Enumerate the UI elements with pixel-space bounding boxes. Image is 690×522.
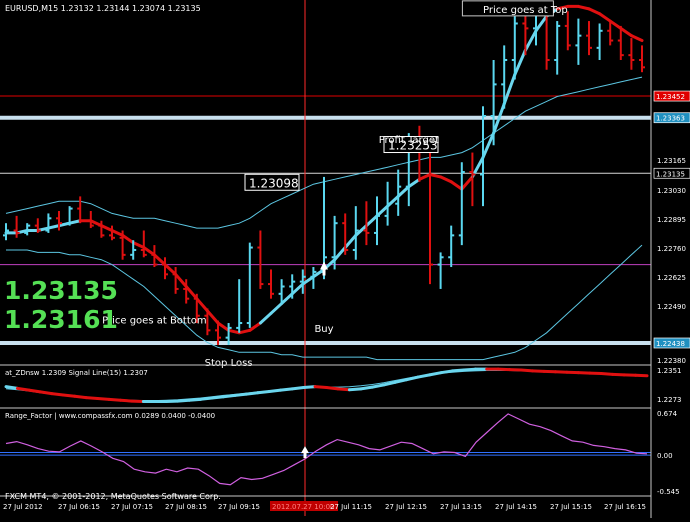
osc1-segment [464, 369, 475, 370]
osc2-tick-label: 0.00 [657, 452, 673, 460]
osc1-segment [17, 388, 28, 390]
osc1-segment [223, 395, 234, 396]
osc1-segment [235, 394, 246, 395]
oscillator2-title: Range_Factor | www.compassfx.com 0.0289 … [5, 412, 215, 420]
big-number-1: 1.23135 [4, 276, 118, 305]
osc1-segment [120, 400, 131, 401]
osc1-segment [75, 396, 86, 397]
axis-price-label: 1.23135 [656, 170, 685, 178]
trading-chart[interactable]: 1.231351.230981.232531.224381.233631.234… [0, 0, 690, 518]
osc1-segment [281, 389, 292, 390]
chart-canvas[interactable]: 1.231351.230981.232531.224381.233631.234… [0, 0, 690, 518]
y-tick-label: 1.23030 [657, 187, 686, 195]
y-tick-label: 1.23165 [657, 157, 686, 165]
osc1-tick-label: 1.2273 [657, 396, 682, 404]
osc1-segment [521, 370, 532, 371]
chart-background [0, 0, 690, 518]
osc1-segment [63, 395, 74, 396]
osc1-segment [98, 398, 109, 399]
big-number-2: 1.23161 [4, 305, 118, 334]
osc1-segment [6, 387, 17, 389]
osc1-segment [304, 387, 315, 388]
y-tick-label: 1.22380 [657, 357, 686, 365]
axis-price-label: 1.23363 [656, 115, 685, 123]
x-tick-label: 27 Jul 06:15 [58, 503, 100, 511]
y-tick-label: 1.22760 [657, 245, 686, 253]
symbol-header: EURUSD,M15 1.23132 1.23144 1.23074 1.231… [5, 4, 201, 13]
cursor-time-label: 2012.07.27 10:00 [272, 503, 334, 511]
osc1-segment [178, 400, 189, 401]
axis-price-label: 1.22438 [656, 340, 685, 348]
annotation-text: Stop Loss [205, 358, 253, 369]
osc1-segment [246, 393, 257, 394]
y-tick-label: 1.22490 [657, 303, 686, 311]
osc1-segment [441, 371, 452, 373]
osc1-segment [315, 387, 326, 388]
axis-price-label: 1.23452 [656, 93, 685, 101]
x-tick-label: 27 Jul 11:15 [330, 503, 372, 511]
x-tick-label: 27 Jul 13:15 [440, 503, 482, 511]
osc1-segment [338, 389, 349, 390]
osc1-segment [361, 387, 372, 389]
osc1-tick-label: 1.2351 [657, 367, 682, 375]
osc1-segment [292, 388, 303, 389]
x-tick-label: 27 Jul 2012 [3, 503, 43, 511]
price-box-label: 1.23098 [249, 176, 299, 190]
y-tick-label: 1.22625 [657, 274, 686, 282]
annotation-text: Buy [314, 324, 333, 335]
osc1-segment [40, 392, 51, 394]
osc1-segment [601, 374, 612, 375]
osc1-segment [201, 398, 212, 399]
osc2-tick-label: -0.545 [657, 488, 680, 496]
x-tick-label: 27 Jul 12:15 [385, 503, 427, 511]
oscillator1-title: at_ZDnsw 1.2309 Signal Line(15) 1.2307 [5, 369, 148, 377]
x-tick-label: 27 Jul 15:15 [550, 503, 592, 511]
annotation-text: Price goes at Top [483, 5, 568, 16]
osc1-segment [52, 394, 63, 395]
osc1-segment [29, 390, 40, 392]
osc1-segment [349, 389, 360, 390]
x-tick-label: 27 Jul 09:15 [218, 503, 260, 511]
osc1-segment [269, 390, 280, 391]
osc1-segment [258, 391, 269, 392]
osc1-segment [212, 397, 223, 398]
osc1-segment [109, 399, 120, 400]
y-tick-label: 1.22895 [657, 216, 686, 224]
x-tick-label: 27 Jul 14:15 [495, 503, 537, 511]
osc1-segment [452, 370, 463, 371]
x-tick-label: 27 Jul 07:15 [111, 503, 153, 511]
osc1-segment [189, 399, 200, 400]
osc1-segment [86, 398, 97, 399]
osc2-tick-label: 0.674 [657, 410, 678, 418]
x-tick-label: 27 Jul 08:15 [165, 503, 207, 511]
x-tick-label: 27 Jul 16:15 [604, 503, 646, 511]
osc1-segment [327, 388, 338, 389]
annotation-text: Profit Target [379, 135, 439, 146]
footer-copyright: FXCM MT4, © 2001-2012, MetaQuotes Softwa… [5, 492, 221, 501]
